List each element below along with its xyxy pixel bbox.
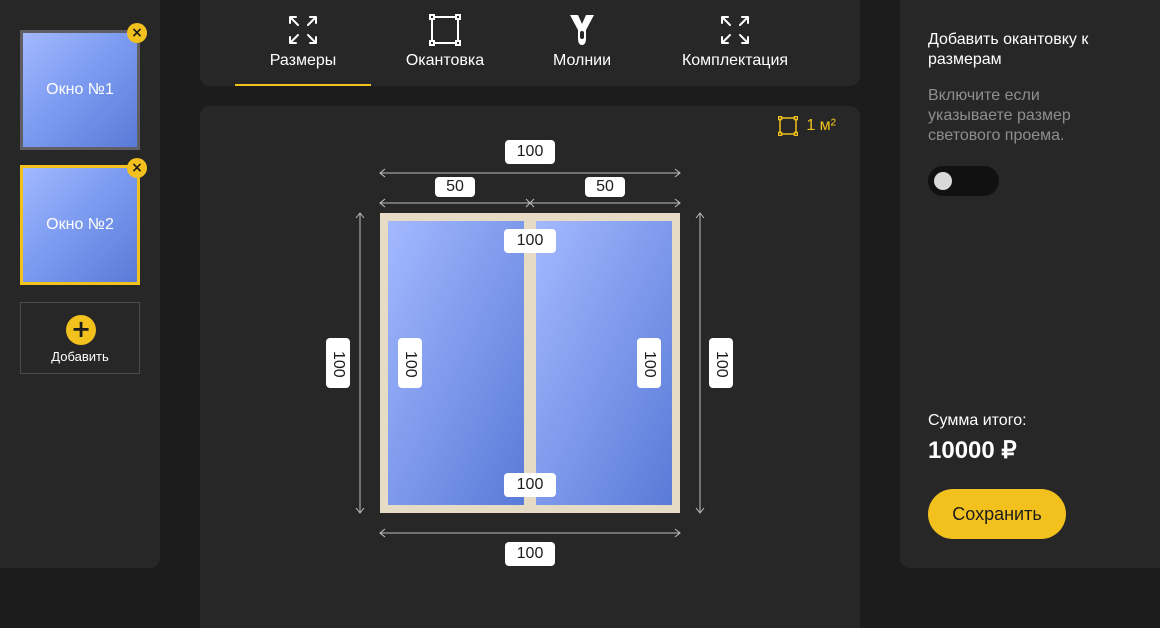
save-button[interactable]: Сохранить (928, 489, 1066, 539)
tab-label: Размеры (269, 52, 337, 69)
area-square-icon (778, 116, 799, 136)
tab-zippers[interactable]: Молнии (540, 0, 624, 86)
dimension-top-right[interactable]: 50 (585, 177, 625, 197)
tab-sizes[interactable]: Размеры (235, 0, 371, 86)
tab-label: Комплектация (681, 52, 789, 69)
dimension-right-outer[interactable]: 100 (709, 338, 733, 388)
tab-label: Окантовка (405, 52, 485, 69)
tab-equipment[interactable]: Комплектация (670, 0, 800, 86)
drawing-canvas: 1 м² 100 50 50 100 100 100 100 100 100 1… (200, 106, 860, 628)
edging-option-title: Добавить окантовку к размерам (928, 31, 1089, 68)
window-card-label: Окно №2 (46, 216, 114, 233)
zipper-icon (570, 15, 594, 45)
total-label: Сумма итого: (928, 412, 1027, 429)
plus-icon: + (66, 315, 96, 345)
window-card-label: Окно №1 (46, 81, 114, 98)
add-window-label: Добавить (51, 349, 109, 364)
add-window-button[interactable]: + Добавить (20, 302, 140, 374)
dimension-top-left[interactable]: 50 (435, 177, 475, 197)
dimension-bottom-total[interactable]: 100 (505, 542, 555, 566)
settings-panel: Добавить окантовку к размерам Включите е… (900, 0, 1160, 568)
frame-square-icon (429, 14, 461, 46)
dimension-inner-bottom[interactable]: 100 (504, 473, 556, 497)
dimension-left-inner[interactable]: 100 (398, 338, 422, 388)
expand-icon (721, 16, 749, 44)
total-value: 10000 ₽ (928, 437, 1017, 464)
area-value: 1 м² (806, 117, 836, 134)
close-icon[interactable]: × (127, 23, 147, 43)
tab-label: Молнии (552, 52, 612, 69)
edging-option-description: Включите если указываете размер световог… (928, 87, 1071, 144)
tabs-bar: Размеры Окантовка Молнии Комплектация (200, 0, 860, 86)
toggle-knob (934, 172, 952, 190)
area-indicator: 1 м² (778, 116, 836, 136)
window-card-1[interactable]: Окно №1 × (20, 23, 147, 150)
tab-edging[interactable]: Окантовка (390, 0, 500, 86)
dimension-inner-top[interactable]: 100 (504, 229, 556, 253)
dimension-top-total[interactable]: 100 (505, 140, 555, 164)
dimension-left-outer[interactable]: 100 (326, 338, 350, 388)
expand-icon (289, 16, 317, 44)
edging-toggle[interactable] (928, 166, 999, 196)
window-list-panel: Окно №1 × Окно №2 × + Добавить (0, 0, 160, 568)
dimension-right-inner[interactable]: 100 (637, 338, 661, 388)
close-icon[interactable]: × (127, 158, 147, 178)
window-card-2[interactable]: Окно №2 × (20, 158, 147, 285)
